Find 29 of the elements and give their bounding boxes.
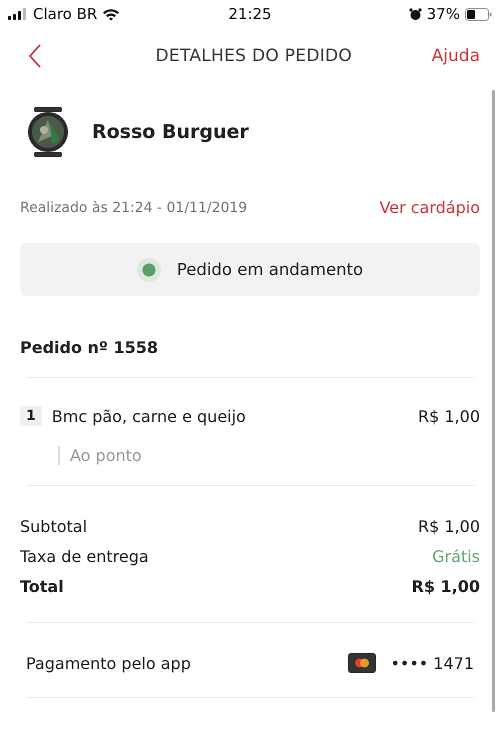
menu-link[interactable]: Ver cardápio: [380, 198, 480, 217]
wifi-icon: [102, 8, 120, 20]
item-name: Bmc pão, carne e queijo: [52, 406, 247, 426]
item-note: Ao ponto: [58, 446, 480, 465]
summary-label: Taxa de entrega: [20, 546, 149, 568]
order-date: Realizado às 21:24 - 01/11/2019: [20, 200, 248, 216]
card-brand-icon: [348, 653, 376, 673]
payment-method: Pagamento pelo app: [26, 654, 191, 672]
carrier-name: Claro BR: [33, 5, 98, 23]
back-button[interactable]: [28, 43, 42, 69]
order-number: Pedido nº 1558: [20, 338, 160, 357]
signal-icon: [8, 8, 28, 20]
restaurant-name: Rosso Burguer: [92, 121, 249, 143]
battery-percent: 37%: [426, 5, 460, 23]
page-title: DETALHES DO PEDIDO: [156, 46, 352, 66]
summary-label: Subtotal: [20, 516, 88, 538]
summary-value: R$ 1,00: [418, 516, 480, 538]
summary-value: R$ 1,00: [412, 576, 480, 598]
clock-time: 21:25: [228, 5, 272, 23]
item-price: R$ 1,00: [418, 406, 480, 426]
quantity-badge: 1: [20, 406, 42, 426]
back-chevron-icon: [28, 43, 42, 69]
status-label: Pedido em andamento: [176, 260, 364, 279]
card-number: •••• 1471: [390, 654, 474, 672]
summary-label: Total: [20, 576, 64, 598]
alarm-clock-icon: [408, 8, 422, 20]
battery-icon: [464, 8, 492, 20]
summary-value: Grátis: [432, 546, 480, 568]
help-link[interactable]: Ajuda: [432, 46, 480, 66]
